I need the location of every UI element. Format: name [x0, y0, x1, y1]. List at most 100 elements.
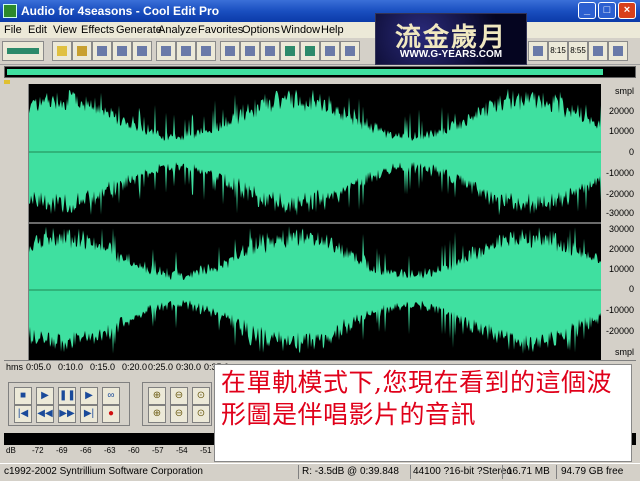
annotation-box: 在單軌模式下,您現在看到的這個波形圖是伴唱影片的音訊 — [214, 364, 632, 462]
meter-tick: -63 — [104, 446, 116, 455]
menu-generate[interactable]: Generate — [116, 24, 162, 36]
fast-forward-icon[interactable]: ▶▶ — [58, 405, 76, 423]
scale-label: 0 — [628, 147, 634, 157]
zoom-button-1[interactable]: 8:15 — [548, 41, 568, 61]
copyright-text: c1992-2002 Syntrillium Software Corporat… — [4, 466, 203, 477]
waveform-display[interactable] — [4, 84, 636, 360]
scale-label: -30000 — [605, 208, 634, 218]
meter-tick: -60 — [128, 446, 140, 455]
logo-url: WWW.G-YEARS.COM — [399, 49, 503, 60]
divider — [410, 465, 411, 479]
waveform-svg — [4, 88, 636, 354]
channel-divider — [4, 222, 636, 224]
scale-label: -10000 — [605, 168, 634, 178]
disk-free: 94.79 GB free — [561, 466, 624, 477]
view-icon-a[interactable] — [588, 41, 608, 61]
scale-label: 20000 — [608, 106, 634, 116]
zoom-out-vertical-icon[interactable]: ⊖ — [170, 405, 188, 423]
menu-options[interactable]: Options — [242, 24, 280, 36]
select-icon[interactable] — [320, 41, 340, 61]
repeat-icon[interactable] — [196, 41, 216, 61]
scale-label: 30000 — [608, 224, 634, 234]
time-tick: 0:10.0 — [58, 362, 84, 372]
window-title: Audio for 4seasons - Cool Edit Pro — [21, 4, 220, 18]
save-icon[interactable] — [92, 41, 112, 61]
meter-tick: -57 — [152, 446, 164, 455]
annotation-text: 在單軌模式下,您現在看到的這個波形圖是伴唱影片的音訊 — [221, 368, 612, 429]
overview-range[interactable] — [7, 69, 603, 75]
zoom-out-horizontal-icon[interactable]: ⊖ — [170, 387, 188, 405]
go-to-end-icon[interactable]: ▶| — [80, 405, 98, 423]
divider — [298, 465, 299, 479]
mix-paste-icon[interactable] — [280, 41, 300, 61]
zoom-in-icon[interactable] — [528, 41, 548, 61]
play-to-end-icon[interactable]: ▶ — [80, 387, 98, 405]
paste-icon[interactable] — [260, 41, 280, 61]
save-as-icon[interactable] — [112, 41, 132, 61]
left-ruler — [4, 84, 29, 360]
zoom-in-vertical-icon[interactable]: ⊕ — [148, 405, 166, 423]
zoom-button-2[interactable]: 8:55 — [568, 41, 588, 61]
meter-tick: -72 — [32, 446, 44, 455]
open-file-icon[interactable] — [72, 41, 92, 61]
time-tick: 0:25.0 — [148, 362, 174, 372]
app-icon[interactable] — [3, 4, 17, 18]
zoom-in-horizontal-icon[interactable]: ⊕ — [148, 387, 166, 405]
meter-tick: -54 — [176, 446, 188, 455]
time-tick: 0:30.0 — [176, 362, 202, 372]
status-bar: c1992-2002 Syntrillium Software Corporat… — [0, 463, 640, 481]
zoom-selection-icon[interactable]: ⊙ — [192, 405, 210, 423]
menu-analyze[interactable]: Analyze — [158, 24, 197, 36]
site-logo: 流金歲月 WWW.G-YEARS.COM — [375, 13, 527, 65]
time-tick: 0:05.0 — [26, 362, 52, 372]
record-icon[interactable]: ● — [102, 405, 120, 423]
new-file-icon[interactable] — [52, 41, 72, 61]
menu-favorites[interactable]: Favorites — [198, 24, 243, 36]
zoom-full-icon[interactable]: ⊙ — [192, 387, 210, 405]
overview-bar[interactable] — [4, 66, 636, 78]
undo-icon[interactable] — [156, 41, 176, 61]
scale-label: -20000 — [605, 189, 634, 199]
menu-effects[interactable]: Effects — [81, 24, 114, 36]
go-to-start-icon[interactable]: |◀ — [14, 405, 32, 423]
menu-edit[interactable]: Edit — [28, 24, 47, 36]
sample-format: 44100 ?16-bit ?Stereo — [413, 466, 512, 477]
view-icon-b[interactable] — [608, 41, 628, 61]
menu-file[interactable]: File — [4, 24, 22, 36]
redo-icon[interactable] — [176, 41, 196, 61]
zoom-tool-icon[interactable] — [340, 41, 360, 61]
toolbar: 8:15 8:55 — [0, 38, 640, 65]
scale-label: smpl — [614, 347, 634, 357]
scale-label: 0 — [628, 284, 634, 294]
divider — [556, 465, 557, 479]
scale-label: -10000 — [605, 305, 634, 315]
meter-tick: -69 — [56, 446, 68, 455]
scale-unit: smpl — [614, 86, 634, 96]
close-file-icon[interactable] — [132, 41, 152, 61]
trim-icon[interactable] — [300, 41, 320, 61]
scale-label: 20000 — [608, 244, 634, 254]
stop-icon[interactable]: ■ — [14, 387, 32, 405]
close-button[interactable]: × — [618, 2, 636, 19]
divider — [502, 465, 503, 479]
play-icon[interactable]: ▶ — [36, 387, 54, 405]
scale-label: -20000 — [605, 326, 634, 336]
multitrack-view-button[interactable] — [2, 41, 44, 61]
cursor-readout: R: -3.5dB @ 0:39.848 — [302, 466, 399, 477]
menu-bar: File Edit View Effects Generate Analyze … — [0, 22, 640, 38]
loop-icon[interactable]: ∞ — [102, 387, 120, 405]
scale-label: 10000 — [608, 126, 634, 136]
menu-help[interactable]: Help — [321, 24, 344, 36]
meter-unit: dB — [6, 446, 16, 455]
time-tick: 0:15.0 — [90, 362, 116, 372]
copy-icon[interactable] — [220, 41, 240, 61]
rewind-icon[interactable]: ◀◀ — [36, 405, 54, 423]
minimize-button[interactable]: _ — [578, 2, 596, 19]
cut-icon[interactable] — [240, 41, 260, 61]
menu-view[interactable]: View — [53, 24, 77, 36]
title-bar: Audio for 4seasons - Cool Edit Pro _ □ × — [0, 0, 640, 22]
maximize-button[interactable]: □ — [598, 2, 616, 19]
pause-icon[interactable]: ❚❚ — [58, 387, 76, 405]
menu-window[interactable]: Window — [281, 24, 320, 36]
scale-label: 10000 — [608, 264, 634, 274]
